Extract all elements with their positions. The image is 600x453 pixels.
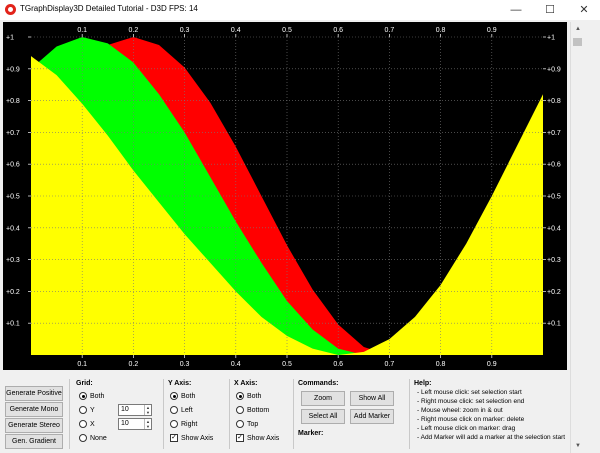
scroll-down-icon[interactable]: ▼	[571, 439, 585, 453]
y-tick-label-left: +0.8	[6, 98, 20, 105]
y-tick-label-right: +0.5	[547, 194, 561, 201]
x-tick-label-top: 0.2	[129, 27, 139, 34]
commands-label: Commands:	[298, 380, 339, 387]
x-axis-top-radio[interactable]: Top	[236, 420, 258, 428]
grid-x-spinner[interactable]: 10 ▲ ▼	[118, 418, 152, 430]
scroll-up-icon[interactable]: ▲	[571, 22, 585, 36]
help-line: - Right mouse click: set selection end	[417, 398, 525, 405]
title-bar: TGraphDisplay3D Detailed Tutorial - D3D …	[0, 0, 600, 20]
zoom-button[interactable]: Zoom	[301, 391, 345, 406]
x-tick-label-bottom: 0.9	[487, 361, 497, 368]
grid-group: Grid: Both Y X None 10 ▲ ▼ 10 ▲ ▼	[69, 379, 159, 449]
x-tick-label-top: 0.3	[180, 27, 190, 34]
window-title: TGraphDisplay3D Detailed Tutorial - D3D …	[20, 4, 198, 13]
x-tick-label-bottom: 0.2	[129, 361, 139, 368]
y-tick-label-left: +0.1	[6, 321, 20, 328]
show-all-button[interactable]: Show All	[350, 391, 394, 406]
vertical-scrollbar[interactable]: ▲ ▼	[570, 22, 584, 453]
x-tick-label-bottom: 0.3	[180, 361, 190, 368]
maximize-icon[interactable]: ☐	[534, 0, 566, 20]
minimize-icon[interactable]: —	[500, 0, 532, 20]
help-label: Help:	[414, 380, 432, 387]
y-tick-label-left: +0.7	[6, 130, 20, 137]
grid-y-spinner[interactable]: 10 ▲ ▼	[118, 404, 152, 416]
x-axis-bottom-radio[interactable]: Bottom	[236, 406, 269, 414]
y-tick-label-right: +0.4	[547, 225, 561, 232]
x-axis-both-radio[interactable]: Both	[236, 392, 261, 400]
graph-svg: 0.1 0.1 0.2 0.2 0.3 0.3 0.4 0.4 0.5 0.5 0.6 0.6 0.7 0…	[3, 22, 567, 370]
y-tick-label-left: +0.2	[6, 289, 20, 296]
y-tick-label-right: +0.6	[547, 162, 561, 169]
y-axis-left-radio[interactable]: Left	[170, 406, 193, 414]
y-axis-group: Y Axis: Both Left Right ✓ Show Axis	[163, 379, 225, 449]
x-tick-label-bottom: 0.7	[385, 361, 395, 368]
y-tick-label-right: +0.9	[547, 66, 561, 73]
x-tick-label-bottom: 0.6	[333, 361, 343, 368]
close-icon[interactable]: ✕	[568, 0, 600, 20]
y-tick-label-right: +1	[547, 35, 555, 42]
y-tick-label-left: +0.4	[6, 225, 20, 232]
scroll-thumb[interactable]	[573, 38, 582, 46]
y-axis-right-radio[interactable]: Right	[170, 420, 197, 428]
generate-positive-button[interactable]: Generate Positive	[5, 386, 63, 401]
gen-gradient-button[interactable]: Gen. Gradient	[5, 434, 63, 449]
x-tick-label-top: 0.9	[487, 27, 497, 34]
y-tick-label-left: +0.5	[6, 194, 20, 201]
help-line: - Left mouse click on marker: drag	[417, 425, 516, 432]
y-axis-label: Y Axis:	[168, 380, 192, 387]
x-tick-label-top: 0.1	[77, 27, 87, 34]
y-axis-both-radio[interactable]: Both	[170, 392, 195, 400]
graph-display[interactable]: 0.1 0.1 0.2 0.2 0.3 0.3 0.4 0.4 0.5 0.5 0.6 0.6 0.7 0…	[3, 22, 567, 370]
y-tick-label-right: +0.8	[547, 98, 561, 105]
y-tick-label-left: +0.3	[6, 257, 20, 264]
add-marker-button[interactable]: Add Marker	[350, 409, 394, 424]
commands-group: Commands: Zoom Show All Select All Add M…	[293, 379, 405, 449]
control-panel: Generate Positive Generate Mono Generate…	[3, 375, 567, 453]
y-tick-label-right: +0.3	[547, 257, 561, 264]
help-line: - Add Marker will add a marker at the se…	[417, 434, 566, 441]
y-axis-show-checkbox[interactable]: ✓ Show Axis	[170, 434, 213, 442]
y-tick-label-left: +0.9	[6, 66, 20, 73]
x-axis-show-checkbox[interactable]: ✓ Show Axis	[236, 434, 279, 442]
x-axis-group: X Axis: Both Bottom Top ✓ Show Axis	[229, 379, 289, 449]
grid-none-radio[interactable]: None	[79, 434, 107, 442]
grid-x-radio[interactable]: X	[79, 420, 95, 428]
x-tick-label-top: 0.6	[333, 27, 343, 34]
x-tick-label-top: 0.8	[436, 27, 446, 34]
y-tick-label-left: +1	[6, 35, 14, 42]
y-tick-label-right: +0.2	[547, 289, 561, 296]
help-line: - Mouse wheel: zoom in & out	[417, 407, 503, 414]
grid-label: Grid:	[76, 380, 93, 387]
marker-label: Marker:	[298, 430, 324, 437]
x-tick-label-bottom: 0.8	[436, 361, 446, 368]
help-line: - Right mouse click on marker: delete	[417, 416, 525, 423]
grid-y-radio[interactable]: Y	[79, 406, 95, 414]
x-tick-label-top: 0.7	[385, 27, 395, 34]
y-tick-label-right: +0.7	[547, 130, 561, 137]
generate-stereo-button[interactable]: Generate Stereo	[5, 418, 63, 433]
x-tick-label-bottom: 0.4	[231, 361, 241, 368]
x-tick-label-bottom: 0.1	[77, 361, 87, 368]
y-tick-label-right: +0.1	[547, 321, 561, 328]
help-line: - Left mouse click: set selection start	[417, 389, 522, 396]
select-all-button[interactable]: Select All	[301, 409, 345, 424]
generate-mono-button[interactable]: Generate Mono	[5, 402, 63, 417]
x-tick-label-top: 0.4	[231, 27, 241, 34]
x-tick-label-top: 0.5	[282, 27, 292, 34]
x-tick-label-bottom: 0.5	[282, 361, 292, 368]
y-tick-label-left: +0.6	[6, 162, 20, 169]
x-axis-label: X Axis:	[234, 380, 258, 387]
app-circle-icon	[5, 4, 16, 15]
grid-both-radio[interactable]: Both	[79, 392, 104, 400]
